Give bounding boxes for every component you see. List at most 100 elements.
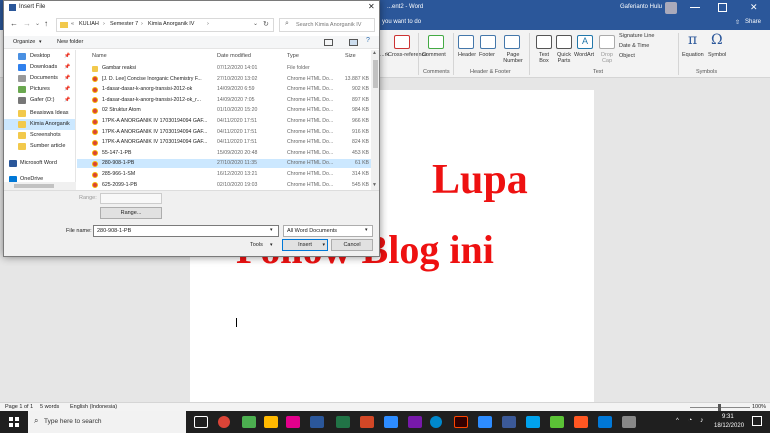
notification-icon[interactable]: [752, 416, 762, 426]
onenote-icon[interactable]: [408, 416, 422, 428]
share-button[interactable]: Share: [745, 19, 761, 25]
chevron-down-icon[interactable]: ▾: [270, 227, 273, 233]
excel-icon[interactable]: [336, 416, 350, 428]
app-icon[interactable]: [598, 416, 612, 428]
object-button[interactable]: Object: [619, 53, 635, 59]
wordart-button[interactable]: WordArt: [574, 52, 594, 58]
comment-button[interactable]: Comment: [422, 52, 446, 58]
chrome-icon[interactable]: [218, 416, 230, 428]
file-row[interactable]: 55-147-1-PB 15/09/2020 20:48 Chrome HTML D…: [77, 149, 371, 158]
back-icon[interactable]: ←: [10, 19, 18, 28]
insert-button[interactable]: Insert ▾: [282, 239, 328, 251]
chevron-down-icon[interactable]: ▾: [322, 240, 325, 251]
pin-icon[interactable]: 📌: [64, 84, 70, 95]
avatar[interactable]: [665, 2, 677, 14]
app-icon[interactable]: [550, 416, 564, 428]
pin-icon[interactable]: 📌: [64, 73, 70, 84]
app-icon[interactable]: [286, 416, 300, 428]
nav-horizontal-scrollbar[interactable]: [4, 182, 76, 190]
word-count[interactable]: 5 words: [40, 404, 59, 410]
share-icon[interactable]: ⇧: [735, 19, 740, 26]
nav-item[interactable]: Desktop 📌: [4, 51, 75, 62]
cross-reference-icon[interactable]: [394, 35, 410, 49]
organize-button[interactable]: Organize: [13, 39, 35, 45]
refresh-icon[interactable]: ↻: [263, 20, 269, 28]
clock-time[interactable]: 9:31: [722, 414, 734, 420]
app-icon[interactable]: [574, 416, 588, 428]
file-row[interactable]: 17PK-A ANORGANIK IV 17030194094 GAF... 04…: [77, 138, 371, 147]
close-icon[interactable]: ✕: [750, 2, 758, 13]
preview-pane-icon[interactable]: [349, 39, 358, 46]
equation-icon[interactable]: π: [688, 32, 697, 48]
file-row[interactable]: 1-dasar-dasar-k-anorg-transisi-2012-ok_r…: [77, 96, 371, 105]
file-row[interactable]: 17PK-A ANORGANIK IV 17030194094 GAF... 04…: [77, 117, 371, 126]
scrollbar-thumb[interactable]: [372, 60, 378, 88]
scroll-down-icon[interactable]: ▼: [372, 182, 377, 188]
signature-line-button[interactable]: Signature Line: [619, 33, 654, 39]
file-row[interactable]: 17PK-A ANORGANIK IV 17030194094 GAF... 04…: [77, 128, 371, 137]
nav-item[interactable]: Beasiswa Ideas: [4, 108, 75, 119]
nav-item[interactable]: Kimia Anorganik: [4, 119, 75, 130]
tell-me-box[interactable]: you want to do: [382, 19, 421, 25]
pin-icon[interactable]: 📌: [64, 95, 70, 106]
wordart-icon[interactable]: A: [577, 35, 593, 49]
app-icon[interactable]: [526, 416, 540, 428]
user-name[interactable]: Gaferianto Hulu: [620, 4, 662, 10]
start-button[interactable]: [0, 411, 28, 433]
nav-item[interactable]: Documents 📌: [4, 73, 75, 84]
file-list-scrollbar[interactable]: ▲ ▼: [371, 50, 379, 190]
footer-button[interactable]: Footer: [479, 52, 495, 58]
pin-icon[interactable]: 📌: [64, 62, 70, 73]
chevron-down-icon[interactable]: ▾: [365, 227, 368, 233]
file-row[interactable]: 1-dasar-dasar-k-anorg-transisi-2012-ok 14…: [77, 85, 371, 94]
column-header-type[interactable]: Type: [287, 50, 299, 62]
maximize-icon[interactable]: [718, 3, 727, 12]
app-icon[interactable]: [242, 416, 256, 428]
taskbar-search[interactable]: ⌕ Type here to search: [28, 411, 186, 433]
file-row[interactable]: 280-908-1-PB 27/10/2020 11:35 Chrome HTML …: [77, 159, 371, 169]
comment-icon[interactable]: [428, 35, 444, 49]
quick-parts-button[interactable]: Quick Parts: [554, 52, 574, 64]
network-icon[interactable]: ◔: [688, 417, 692, 424]
filename-value[interactable]: 280-908-1-PB: [97, 228, 131, 234]
tools-button[interactable]: Tools: [250, 242, 263, 248]
file-row[interactable]: [J. D. Lee] Concise Inorganic Chemistry …: [77, 75, 371, 84]
app-icon[interactable]: [502, 416, 516, 428]
range-input[interactable]: [100, 193, 162, 204]
minimize-icon[interactable]: [690, 7, 700, 8]
word-icon[interactable]: [310, 416, 324, 428]
forward-icon[interactable]: →: [23, 19, 31, 28]
page-count[interactable]: Page 1 of 1: [5, 404, 33, 410]
zoom-level[interactable]: 100%: [752, 404, 766, 410]
nav-item[interactable]: Downloads 📌: [4, 62, 75, 73]
filetype-select[interactable]: All Word Documents ▾: [283, 225, 373, 237]
drop-cap-icon[interactable]: [599, 35, 615, 49]
nav-item[interactable]: Screenshots: [4, 130, 75, 141]
breadcrumb-item[interactable]: KULIAH: [79, 21, 99, 27]
volume-icon[interactable]: ♪: [700, 417, 704, 424]
dialog-close-icon[interactable]: ✕: [368, 2, 375, 11]
chevron-down-icon[interactable]: ⌄: [35, 20, 40, 27]
text-box-icon[interactable]: [536, 35, 552, 49]
page-number-icon[interactable]: [504, 35, 520, 49]
filetype-value[interactable]: All Word Documents: [287, 228, 337, 234]
file-row[interactable]: 02 Struktur Atom 01/10/2020 15:20 Chrome H…: [77, 106, 371, 115]
column-header-size[interactable]: Size: [345, 50, 356, 62]
address-bar[interactable]: « KULIAH › Semester 7 › Kimia Anorganik …: [56, 18, 274, 32]
telegram-icon[interactable]: [430, 416, 442, 428]
symbol-button[interactable]: Symbol: [708, 52, 726, 58]
nav-item[interactable]: Microsoft Word: [4, 158, 75, 169]
drop-cap-button[interactable]: Drop Cap: [598, 52, 616, 64]
breadcrumb-item[interactable]: Kimia Anorganik IV: [148, 21, 194, 27]
text-box-button[interactable]: Text Box: [535, 52, 553, 64]
file-row[interactable]: 625-2099-1-PB 02/10/2020 19:03 Chrome HTML…: [77, 181, 371, 190]
view-options-icon[interactable]: [324, 39, 333, 46]
document-text-line1[interactable]: Lupa: [432, 156, 528, 204]
range-button[interactable]: Range...: [100, 207, 162, 219]
date-time-button[interactable]: Date & Time: [619, 43, 649, 49]
filename-input[interactable]: 280-908-1-PB ▾: [93, 225, 279, 237]
help-icon[interactable]: ?: [366, 37, 370, 44]
file-row[interactable]: Gambar reaksi 07/12/2020 14:01 File folder: [77, 64, 371, 73]
language[interactable]: English (Indonesia): [70, 404, 117, 410]
column-header-name[interactable]: Name: [92, 50, 107, 62]
